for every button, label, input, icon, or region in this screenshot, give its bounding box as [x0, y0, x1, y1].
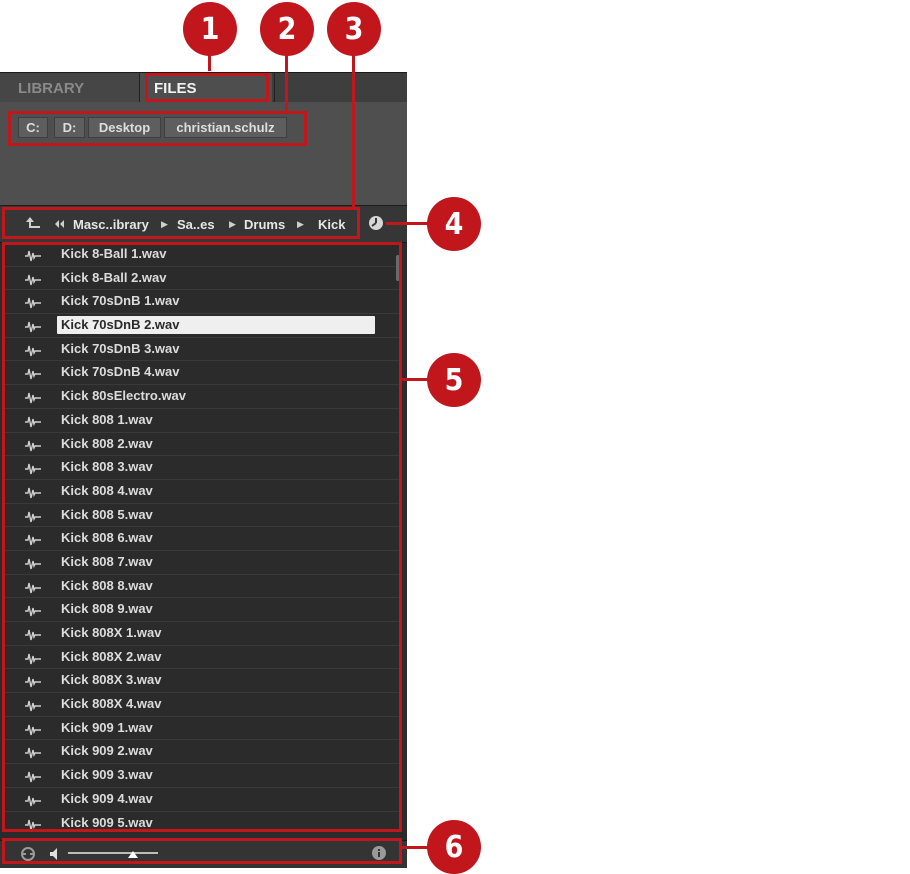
- highlight-favorites: [8, 111, 307, 146]
- clock-icon[interactable]: [368, 215, 384, 231]
- callout-4: 4: [427, 197, 481, 251]
- callout-6: 6: [427, 820, 481, 874]
- tab-library[interactable]: LIBRARY: [0, 73, 140, 103]
- callout-line-6: [402, 846, 428, 849]
- highlight-files-tab: [145, 73, 269, 102]
- highlight-footer: [2, 838, 402, 864]
- callout-3: 3: [327, 2, 381, 56]
- highlight-location-bar: [2, 207, 360, 239]
- callout-line-2: [285, 49, 288, 111]
- tab-library-label: LIBRARY: [18, 79, 85, 97]
- highlight-results-list: [2, 242, 402, 832]
- callout-line-4: [386, 222, 428, 225]
- callout-2: 2: [260, 2, 314, 56]
- callout-5: 5: [427, 353, 481, 407]
- callout-1: 1: [183, 2, 237, 56]
- tab-bar-filler: [274, 73, 407, 103]
- callout-line-5: [402, 378, 428, 381]
- callout-line-3: [352, 49, 355, 207]
